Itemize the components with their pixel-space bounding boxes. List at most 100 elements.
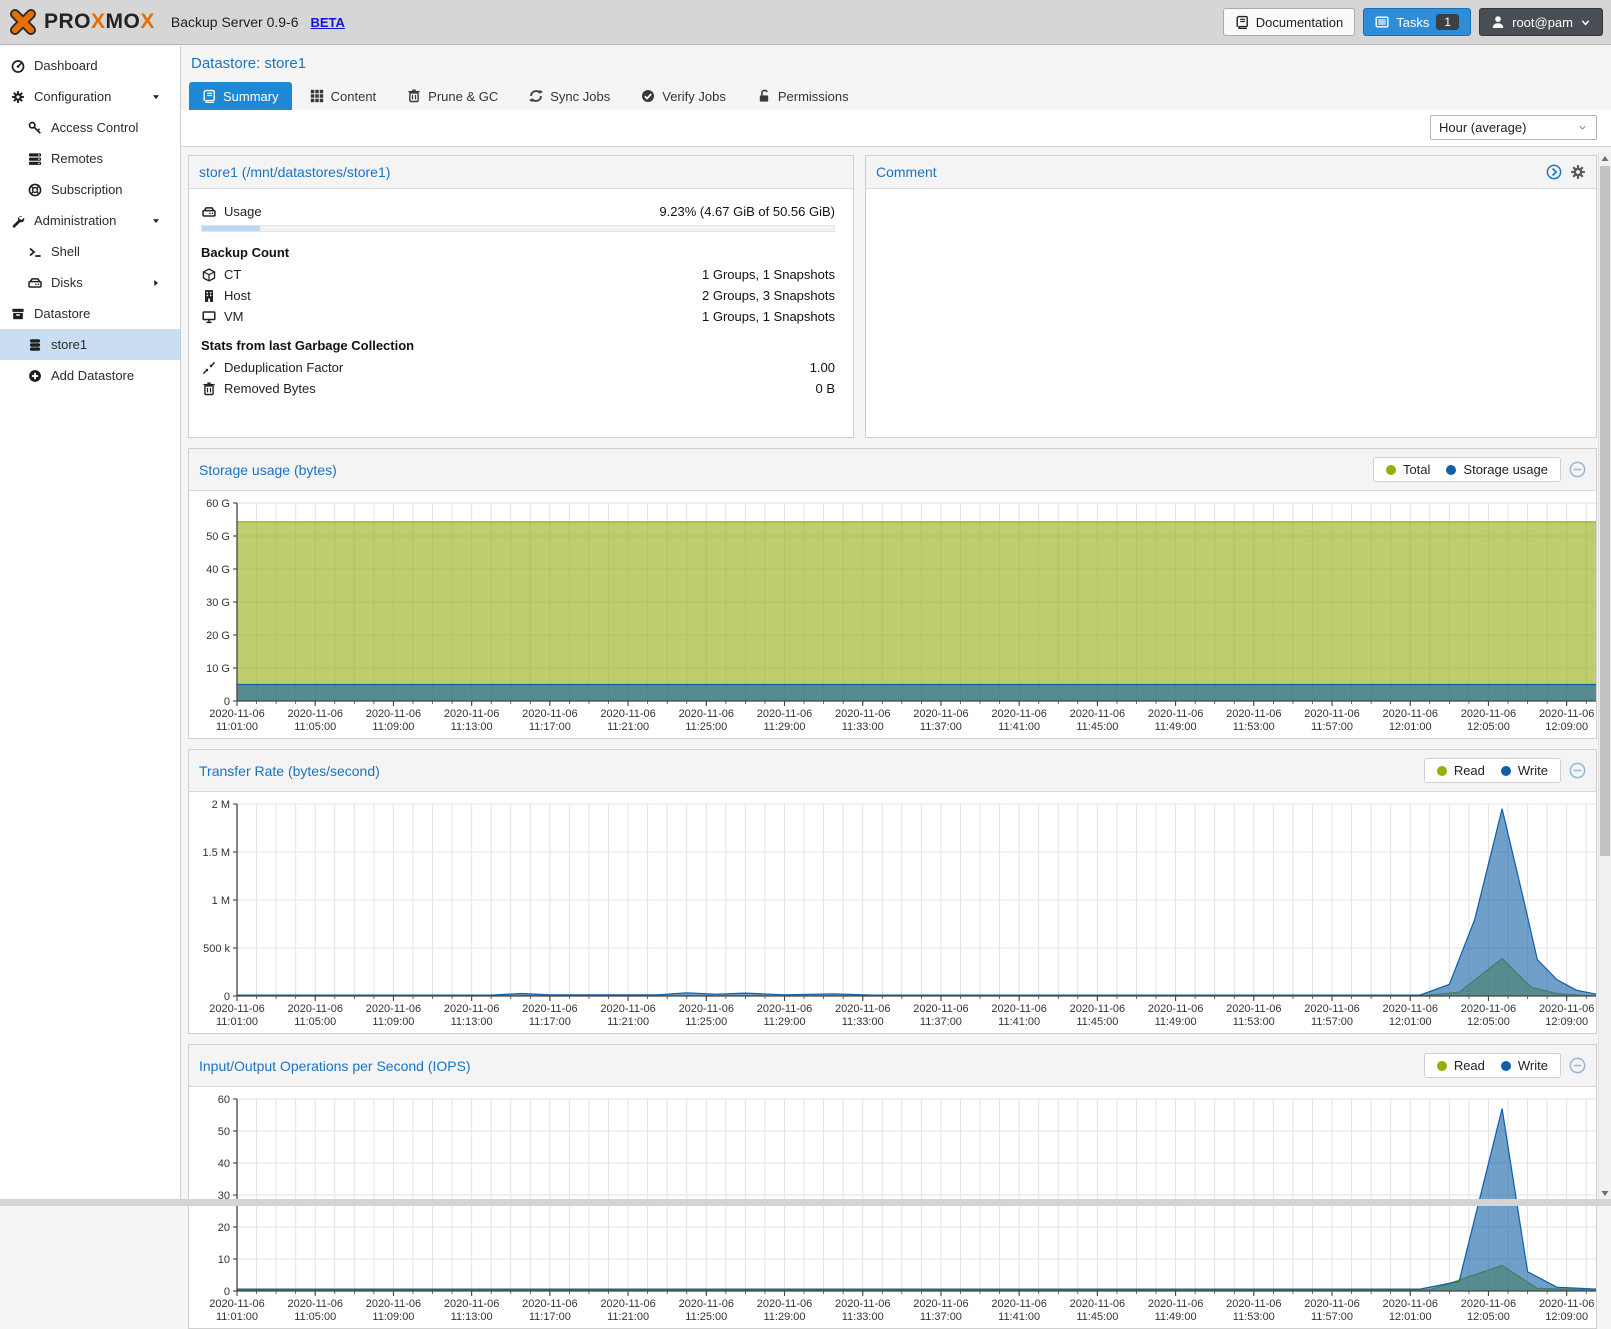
- gear-icon[interactable]: [1570, 164, 1586, 180]
- datastore-summary-title: store1 (/mnt/datastores/store1): [199, 164, 390, 180]
- svg-text:12:01:00: 12:01:00: [1389, 1016, 1432, 1028]
- iops-chart-header: Input/Output Operations per Second (IOPS…: [189, 1045, 1596, 1087]
- expander-right-icon[interactable]: [148, 278, 164, 288]
- tab-permissions[interactable]: Permissions: [744, 82, 862, 110]
- svg-text:2020-11-06: 2020-11-06: [679, 708, 734, 720]
- chart-period-toolbar: Hour (average): [181, 110, 1611, 147]
- top-header-bar: PROXMOX Backup Server 0.9-6 BETA Documen…: [0, 0, 1611, 45]
- terminal-icon: [27, 245, 43, 259]
- transfer-rate-chart: 2020-11-0611:01:002020-11-0611:05:002020…: [189, 794, 1596, 1033]
- tab-sync-jobs[interactable]: Sync Jobs: [516, 82, 623, 110]
- tab-summary[interactable]: Summary: [189, 82, 292, 110]
- sidebar-item-label: Datastore: [34, 306, 90, 321]
- tab-verify-jobs[interactable]: Verify Jobs: [628, 82, 739, 110]
- svg-text:1.5 M: 1.5 M: [202, 847, 230, 859]
- sidebar-item-label: store1: [51, 337, 87, 352]
- cube-icon: [201, 268, 216, 282]
- svg-text:11:05:00: 11:05:00: [294, 1016, 336, 1028]
- svg-text:2020-11-06: 2020-11-06: [757, 708, 812, 720]
- sidebar-item-configuration[interactable]: Configuration: [0, 81, 180, 112]
- trash-icon: [201, 382, 216, 396]
- storage-usage-chart: 2020-11-0611:01:002020-11-0611:05:002020…: [189, 493, 1596, 738]
- svg-text:11:41:00: 11:41:00: [998, 1016, 1040, 1028]
- svg-text:2020-11-06: 2020-11-06: [1226, 1298, 1281, 1310]
- svg-text:11:21:00: 11:21:00: [607, 721, 649, 733]
- time-period-value: Hour (average): [1439, 120, 1526, 135]
- svg-text:11:13:00: 11:13:00: [451, 721, 493, 733]
- svg-text:2 M: 2 M: [212, 799, 230, 811]
- collapse-minus-circle-icon[interactable]: [1569, 461, 1586, 478]
- sidebar-item-label: Access Control: [51, 120, 138, 135]
- usage-value: 9.23% (4.67 GiB of 50.56 GiB): [659, 204, 835, 219]
- svg-text:11:17:00: 11:17:00: [529, 721, 571, 733]
- svg-text:11:29:00: 11:29:00: [764, 1016, 806, 1028]
- tab-prune-gc[interactable]: Prune & GC: [394, 82, 511, 110]
- svg-text:2020-11-06: 2020-11-06: [1461, 708, 1516, 720]
- comment-panel-body[interactable]: [866, 189, 1596, 435]
- svg-text:2020-11-06: 2020-11-06: [209, 1003, 264, 1015]
- lifering-icon: [27, 183, 43, 197]
- vertical-scrollbar[interactable]: [1598, 152, 1611, 1199]
- svg-text:11:49:00: 11:49:00: [1155, 1311, 1197, 1323]
- sidebar-item-subscription[interactable]: Subscription: [0, 174, 180, 205]
- svg-text:11:01:00: 11:01:00: [216, 1311, 258, 1323]
- svg-text:20 G: 20 G: [206, 630, 230, 642]
- expander-down-icon[interactable]: [148, 216, 164, 226]
- legend-item-write: Write: [1501, 763, 1548, 778]
- gears-icon: [10, 90, 26, 104]
- bottom-edge-strip: [0, 1199, 1611, 1206]
- svg-text:11:13:00: 11:13:00: [451, 1016, 493, 1028]
- collapse-minus-circle-icon[interactable]: [1569, 1057, 1586, 1074]
- user-menu-button[interactable]: root@pam: [1479, 8, 1603, 36]
- sidebar-item-dashboard[interactable]: Dashboard: [0, 50, 180, 81]
- sidebar-item-shell[interactable]: Shell: [0, 236, 180, 267]
- book-icon: [202, 89, 216, 103]
- svg-text:2020-11-06: 2020-11-06: [991, 1298, 1046, 1310]
- svg-text:11:37:00: 11:37:00: [920, 1016, 962, 1028]
- svg-text:2020-11-06: 2020-11-06: [287, 708, 342, 720]
- sidebar-item-remotes[interactable]: Remotes: [0, 143, 180, 174]
- removed-bytes-row: Removed Bytes 0 B: [201, 378, 835, 399]
- beta-link[interactable]: BETA: [311, 15, 345, 30]
- svg-text:2020-11-06: 2020-11-06: [1383, 1003, 1438, 1015]
- storage-usage-chart-panel: Storage usage (bytes) Total Storage usag…: [188, 448, 1597, 739]
- chevron-circle-right-icon[interactable]: [1546, 164, 1562, 180]
- refresh-icon: [529, 89, 543, 103]
- expander-down-icon[interactable]: [148, 92, 164, 102]
- sidebar-item-datastore[interactable]: Datastore: [0, 298, 180, 329]
- svg-text:2020-11-06: 2020-11-06: [835, 1298, 890, 1310]
- svg-text:11:33:00: 11:33:00: [842, 721, 884, 733]
- svg-text:11:57:00: 11:57:00: [1311, 1311, 1353, 1323]
- collapse-minus-circle-icon[interactable]: [1569, 762, 1586, 779]
- svg-text:2020-11-06: 2020-11-06: [1383, 708, 1438, 720]
- sidebar-item-store1[interactable]: store1: [0, 329, 180, 360]
- sidebar-item-disks[interactable]: Disks: [0, 267, 180, 298]
- content-area: store1 (/mnt/datastores/store1) Usage 9.…: [181, 147, 1611, 1329]
- sidebar-item-administration[interactable]: Administration: [0, 205, 180, 236]
- sidebar-item-add-datastore[interactable]: Add Datastore: [0, 360, 180, 391]
- tab-content[interactable]: Content: [297, 82, 390, 110]
- sidebar-item-access-control[interactable]: Access Control: [0, 112, 180, 143]
- svg-text:10 G: 10 G: [206, 663, 230, 675]
- time-period-select[interactable]: Hour (average): [1430, 115, 1597, 140]
- svg-text:2020-11-06: 2020-11-06: [209, 708, 264, 720]
- documentation-button[interactable]: Documentation: [1223, 8, 1355, 36]
- building-icon: [201, 289, 216, 303]
- scrollbar-thumb[interactable]: [1600, 166, 1610, 856]
- scroll-up-arrow-icon[interactable]: [1599, 152, 1611, 165]
- svg-text:2020-11-06: 2020-11-06: [366, 1298, 421, 1310]
- hdd-icon: [27, 276, 43, 290]
- select-chevron-icon: [1577, 122, 1588, 133]
- svg-text:11:45:00: 11:45:00: [1076, 1016, 1118, 1028]
- svg-text:50: 50: [218, 1126, 230, 1138]
- comment-panel-header: Comment: [866, 156, 1596, 189]
- svg-text:0: 0: [224, 1286, 230, 1298]
- key-icon: [27, 121, 43, 135]
- scroll-down-arrow-icon[interactable]: [1599, 1186, 1611, 1199]
- proxmox-logo-icon: [8, 7, 38, 37]
- svg-text:2020-11-06: 2020-11-06: [1148, 1003, 1203, 1015]
- tasks-button[interactable]: Tasks 1: [1363, 8, 1471, 36]
- svg-text:60 G: 60 G: [206, 498, 230, 510]
- storage-usage-legend: Total Storage usage: [1373, 457, 1561, 482]
- legend-item-total: Total: [1386, 462, 1430, 477]
